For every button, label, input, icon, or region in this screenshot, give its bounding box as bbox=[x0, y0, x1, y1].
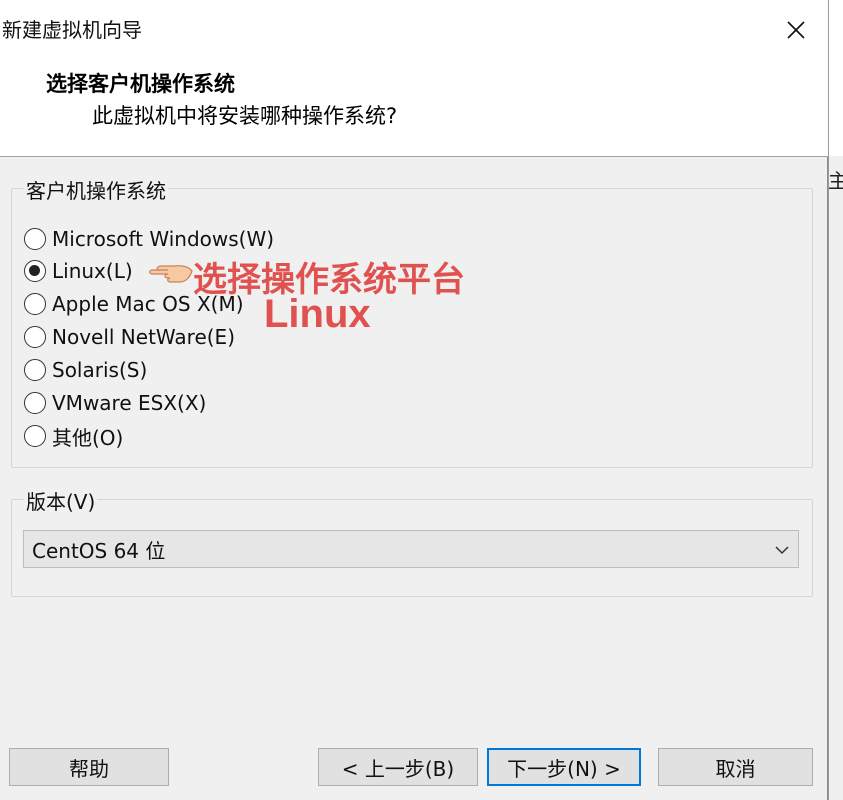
annotation-text-linux: Linux bbox=[264, 292, 371, 336]
radio-label: Microsoft Windows(W) bbox=[52, 227, 275, 251]
page-subtitle: 此虚拟机中将安装哪种操作系统? bbox=[92, 104, 398, 128]
radio-other[interactable]: 其他(O) bbox=[24, 421, 123, 451]
radio-button-icon bbox=[24, 359, 46, 381]
radio-microsoft-windows[interactable]: Microsoft Windows(W) bbox=[24, 224, 274, 254]
radio-novell-netware[interactable]: Novell NetWare(E) bbox=[24, 322, 235, 352]
radio-vmware-esx[interactable]: VMware ESX(X) bbox=[24, 388, 206, 418]
help-button[interactable]: 帮助 bbox=[9, 748, 169, 786]
close-button[interactable] bbox=[770, 8, 822, 52]
radio-label: VMware ESX(X) bbox=[52, 391, 207, 415]
radio-label: 其他(O) bbox=[52, 425, 124, 450]
chevron-down-icon bbox=[775, 546, 789, 555]
radio-button-icon bbox=[24, 392, 46, 414]
next-button[interactable]: 下一步(N) > bbox=[487, 748, 641, 786]
close-icon bbox=[787, 21, 805, 39]
guest-os-group-label: 客户机操作系统 bbox=[24, 175, 168, 204]
radio-button-icon bbox=[24, 293, 46, 315]
radio-button-checked-icon bbox=[24, 260, 46, 282]
cancel-button[interactable]: 取消 bbox=[658, 748, 813, 786]
radio-label: Linux(L) bbox=[52, 259, 133, 283]
radio-button-icon bbox=[24, 228, 46, 250]
version-selected-value: CentOS 64 位 bbox=[32, 538, 166, 563]
version-group-label: 版本(V) bbox=[24, 486, 98, 515]
pointing-hand-icon bbox=[149, 265, 193, 283]
radio-solaris[interactable]: Solaris(S) bbox=[24, 355, 147, 385]
version-select[interactable]: CentOS 64 位 bbox=[23, 530, 799, 568]
radio-button-icon bbox=[24, 326, 46, 348]
back-button[interactable]: < 上一步(B) bbox=[318, 748, 478, 786]
window-title: 新建虚拟机向导 bbox=[2, 18, 142, 42]
radio-label: Novell NetWare(E) bbox=[52, 325, 235, 349]
radio-button-icon bbox=[24, 425, 46, 447]
wizard-header: 选择客户机操作系统 此虚拟机中将安装哪种操作系统? bbox=[0, 60, 828, 157]
page-title: 选择客户机操作系统 bbox=[46, 72, 235, 96]
title-bar: 新建虚拟机向导 bbox=[0, 0, 828, 60]
radio-linux[interactable]: Linux(L) bbox=[24, 256, 133, 286]
radio-label: Solaris(S) bbox=[52, 358, 148, 382]
background-window-header bbox=[829, 0, 843, 156]
background-window-text: 主 bbox=[828, 169, 843, 193]
new-vm-wizard-dialog: 新建虚拟机向导 选择客户机操作系统 此虚拟机中将安装哪种操作系统? 客户机操作系… bbox=[0, 0, 828, 800]
